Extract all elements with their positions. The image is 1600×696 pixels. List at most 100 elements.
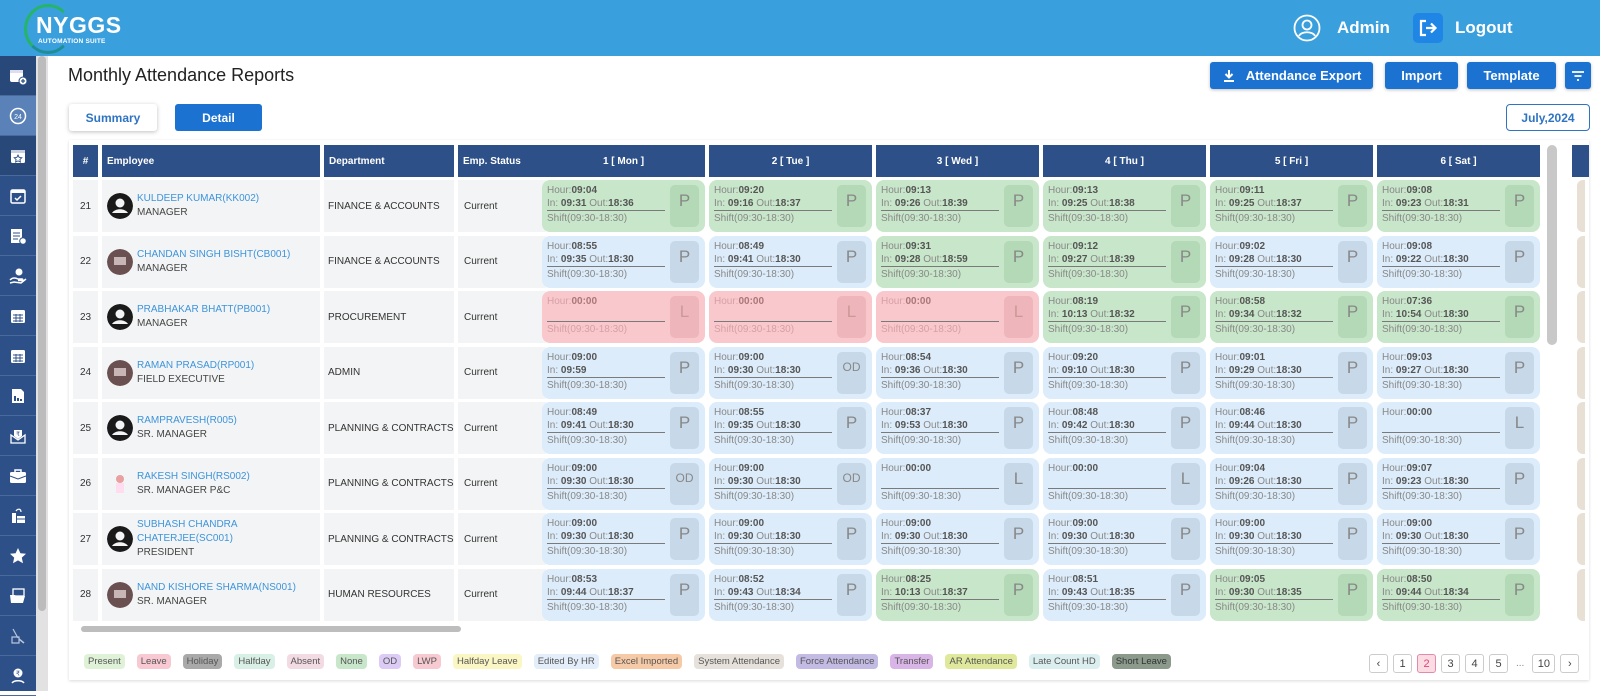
day-cell[interactable]: Hour:08:52 In: 09:43 Out:18:34 Shift(09:30… <box>709 568 872 621</box>
day-cell[interactable]: Hour:09:12 In: 09:27 Out:18:39 Shift(09:30… <box>1043 235 1206 288</box>
page-button[interactable]: 4 <box>1465 654 1484 673</box>
page-button[interactable]: 1 <box>1393 654 1412 673</box>
day-cell[interactable]: Hour:09:00 In: 09:30 Out:18:30 Shift(09:30… <box>542 513 705 565</box>
day-cell[interactable]: Hour:08:58 In: 09:34 Out:18:32 Shift(09:30… <box>1210 291 1373 343</box>
tab-summary[interactable]: Summary <box>69 104 157 131</box>
day-cell[interactable]: Hour:00:00 Shift(09:30-18:30) L <box>542 291 705 343</box>
page-button[interactable]: 2 <box>1417 654 1436 673</box>
day-cell[interactable]: Hour:07:36 In: 10:54 Out:18:30 Shift(09:30… <box>1377 291 1540 343</box>
day-cell[interactable]: Hour:09:31 In: 09:28 Out:18:59 Shift(09:30… <box>876 235 1039 288</box>
table-row[interactable]: 21 KULDEEP KUMAR(KK002) MANAGER FINANCE & A… <box>69 180 1589 236</box>
vertical-scrollbar[interactable] <box>1547 145 1557 345</box>
sidebar-item-holiday-calendar[interactable] <box>0 136 36 176</box>
sidebar-item-files[interactable] <box>0 576 36 616</box>
sidebar-item-calendar[interactable] <box>0 296 36 336</box>
day-cell[interactable]: Hour:00:00 Shift(09:30-18:30) L <box>876 457 1039 510</box>
page-button-last[interactable]: 10 <box>1532 654 1556 673</box>
day-cell[interactable]: Hour:00:00 Shift(09:30-18:30) L <box>1377 402 1540 454</box>
day-cell[interactable]: Hour:09:11 In: 09:25 Out:18:37 Shift(09:30… <box>1210 180 1373 232</box>
day-cell[interactable]: Hour:00:00 Shift(09:30-18:30) L <box>876 291 1039 343</box>
sidebar-item-document-approval[interactable] <box>0 216 36 256</box>
day-cell[interactable]: Hour:09:00 In: 09:59 Shift(09:30-18:30) P <box>542 346 705 399</box>
day-cell[interactable]: Hour:08:37 In: 09:53 Out:18:30 Shift(09:30… <box>876 402 1039 454</box>
day-cell[interactable]: Hour:08:55 In: 09:35 Out:18:30 Shift(09:30… <box>542 235 705 288</box>
day-cell[interactable]: Hour:08:55 In: 09:35 Out:18:30 Shift(09:30… <box>709 402 872 454</box>
sidebar-item-payroll[interactable]: ₹ <box>0 656 36 696</box>
day-cell[interactable]: Hour:09:00 In: 09:30 Out:18:30 Shift(09:30… <box>542 457 705 510</box>
sidebar-scroll-thumb[interactable] <box>38 56 46 611</box>
prev-page-button[interactable]: ‹ <box>1369 654 1388 673</box>
day-cell[interactable]: Hour:00:00 Shift(09:30-18:30) L <box>1043 457 1206 510</box>
employee-name-link[interactable]: RAMPRAVESH(R005) <box>137 414 237 428</box>
day-cell[interactable]: Hour:09:07 In: 09:23 Out:18:30 Shift(09:30… <box>1377 457 1540 510</box>
template-button[interactable]: Template <box>1467 62 1556 89</box>
day-cell[interactable]: Hour:08:46 In: 09:44 Out:18:30 Shift(09:30… <box>1210 402 1373 454</box>
day-cell[interactable]: Hour:09:08 In: 09:22 Out:18:30 Shift(09:30… <box>1377 235 1540 288</box>
day-cell[interactable]: Hour:09:01 In: 09:29 Out:18:30 Shift(09:30… <box>1210 346 1373 399</box>
day-cell[interactable]: Hour:08:53 In: 09:44 Out:18:37 Shift(09:30… <box>542 568 705 621</box>
day-cell[interactable]: Hour:09:00 In: 09:30 Out:18:30 Shift(09:30… <box>1043 513 1206 565</box>
day-cell[interactable]: Hour:09:00 In: 09:30 Out:18:30 Shift(09:30… <box>876 513 1039 565</box>
logo[interactable]: NYGGS AUTOMATION SUITE <box>22 4 122 54</box>
month-picker[interactable]: July,2024 <box>1506 104 1590 131</box>
logout-button[interactable]: Logout <box>1413 13 1513 43</box>
day-cell[interactable]: Hour:09:00 In: 09:30 Out:18:30 Shift(09:30… <box>709 513 872 565</box>
employee-name-link[interactable]: PRABHAKAR BHATT(PB001) <box>137 303 270 317</box>
sidebar-item-jobs[interactable] <box>0 456 36 496</box>
sidebar-item-stamp[interactable] <box>0 496 36 536</box>
filter-button[interactable] <box>1565 62 1591 89</box>
import-button[interactable]: Import <box>1385 62 1458 89</box>
sidebar-item-reimbursement[interactable] <box>0 256 36 296</box>
sidebar-item-expenses[interactable] <box>0 616 36 656</box>
day-cell[interactable]: Hour:08:48 In: 09:42 Out:18:30 Shift(09:30… <box>1043 402 1206 454</box>
day-cell[interactable]: Hour:09:08 In: 09:23 Out:18:31 Shift(09:30… <box>1377 180 1540 232</box>
sidebar-item-attendance-approval[interactable] <box>0 176 36 216</box>
attendance-export-button[interactable]: Attendance Export <box>1210 62 1373 89</box>
tab-detail[interactable]: Detail <box>175 104 262 131</box>
employee-name-link[interactable]: NAND KISHORE SHARMA(NS001) <box>137 581 296 595</box>
day-cell[interactable]: Hour:08:50 In: 09:44 Out:18:34 Shift(09:30… <box>1377 568 1540 621</box>
employee-name-link[interactable]: RAMAN PRASAD(RP001) <box>137 359 254 373</box>
page-button[interactable]: 3 <box>1441 654 1460 673</box>
day-cell[interactable]: Hour:00:00 Shift(09:30-18:30) L <box>709 291 872 343</box>
table-row[interactable]: 23 PRABHAKAR BHATT(PB001) MANAGER PROCUREME… <box>69 291 1589 347</box>
day-cell[interactable]: Hour:09:05 In: 09:30 Out:18:35 Shift(09:30… <box>1210 568 1373 621</box>
employee-name-link[interactable]: SUBHASH CHANDRA CHATERJEE(SC001) <box>137 518 320 546</box>
horizontal-scrollbar[interactable] <box>81 626 461 632</box>
table-row[interactable]: 24 RAMAN PRASAD(RP001) FIELD EXECUTIVE ADMI… <box>69 346 1589 403</box>
table-row[interactable]: 22 CHANDAN SINGH BISHT(CB001) MANAGER FINAN… <box>69 235 1589 292</box>
day-cell[interactable]: Hour:08:49 In: 09:41 Out:18:30 Shift(09:30… <box>709 235 872 288</box>
user-menu[interactable]: Admin <box>1293 14 1390 42</box>
day-cell[interactable]: Hour:09:00 In: 09:30 Out:18:30 Shift(09:30… <box>1210 513 1373 565</box>
day-cell[interactable]: Hour:09:13 In: 09:25 Out:18:38 Shift(09:30… <box>1043 180 1206 232</box>
table-row[interactable]: 27 SUBHASH CHANDRA CHATERJEE(SC001) PRESID… <box>69 513 1589 569</box>
day-cell[interactable]: Hour:08:49 In: 09:41 Out:18:30 Shift(09:30… <box>542 402 705 454</box>
day-cell[interactable]: Hour:09:02 In: 09:28 Out:18:30 Shift(09:30… <box>1210 235 1373 288</box>
page-button[interactable]: 5 <box>1489 654 1508 673</box>
day-cell[interactable]: Hour:09:04 In: 09:31 Out:18:36 Shift(09:30… <box>542 180 705 232</box>
day-cell[interactable]: Hour:09:04 In: 09:26 Out:18:30 Shift(09:30… <box>1210 457 1373 510</box>
sidebar-item-add-attendance[interactable] <box>0 56 36 96</box>
table-row[interactable]: 28 NAND KISHORE SHARMA(NS001) SR. MANAGER H… <box>69 568 1589 625</box>
next-page-button[interactable]: › <box>1560 654 1580 673</box>
sidebar-item-reports[interactable] <box>0 376 36 416</box>
table-row[interactable]: 26 RAKESH SINGH(RS002) SR. MANAGER P&C PLAN… <box>69 457 1589 514</box>
sidebar-item-24-hours[interactable]: 24 <box>0 96 36 136</box>
day-cell[interactable]: Hour:09:00 In: 09:30 Out:18:30 Shift(09:30… <box>709 457 872 510</box>
sidebar-item-calendar-2[interactable] <box>0 336 36 376</box>
employee-name-link[interactable]: CHANDAN SINGH BISHT(CB001) <box>137 248 290 262</box>
day-cell[interactable]: Hour:09:20 In: 09:10 Out:18:30 Shift(09:30… <box>1043 346 1206 399</box>
sidebar-item-salary[interactable]: ₹ <box>0 416 36 456</box>
day-cell[interactable]: Hour:08:54 In: 09:36 Out:18:30 Shift(09:30… <box>876 346 1039 399</box>
sidebar-scrollbar[interactable] <box>36 56 48 691</box>
day-cell[interactable]: Hour:09:13 In: 09:26 Out:18:39 Shift(09:30… <box>876 180 1039 232</box>
sidebar-item-favorites[interactable] <box>0 536 36 576</box>
day-cell[interactable]: Hour:09:20 In: 09:16 Out:18:37 Shift(09:30… <box>709 180 872 232</box>
day-cell[interactable]: Hour:08:19 In: 10:13 Out:18:32 Shift(09:30… <box>1043 291 1206 343</box>
employee-name-link[interactable]: RAKESH SINGH(RS002) <box>137 470 250 484</box>
day-cell[interactable]: Hour:09:03 In: 09:27 Out:18:30 Shift(09:30… <box>1377 346 1540 399</box>
day-cell[interactable]: Hour:09:00 In: 09:30 Out:18:30 Shift(09:30… <box>1377 513 1540 565</box>
employee-name-link[interactable]: KULDEEP KUMAR(KK002) <box>137 192 259 206</box>
day-cell[interactable]: Hour:09:00 In: 09:30 Out:18:30 Shift(09:30… <box>709 346 872 399</box>
day-cell[interactable]: Hour:08:51 In: 09:43 Out:18:35 Shift(09:30… <box>1043 568 1206 621</box>
